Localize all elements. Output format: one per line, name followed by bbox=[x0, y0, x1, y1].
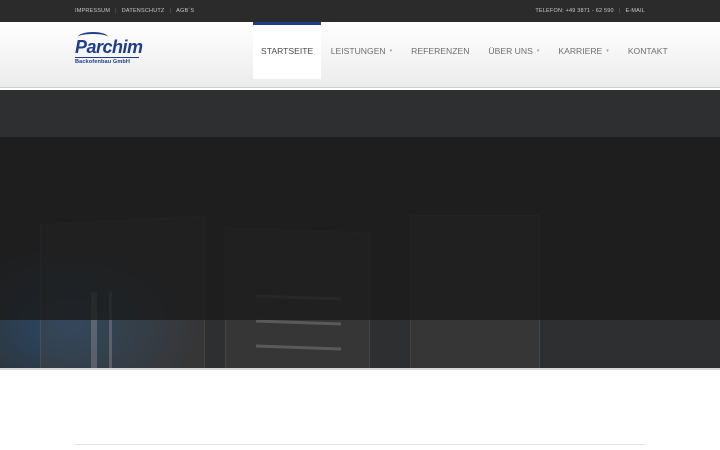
logo-subtitle: Backofenbau GmbH bbox=[75, 59, 131, 65]
nav-label: REFERENZEN bbox=[411, 45, 470, 56]
separator: | bbox=[115, 8, 117, 14]
main-navigation: STARTSEITE LEISTUNGEN ▾ REFERENZEN ÜBER … bbox=[253, 22, 677, 79]
separator: | bbox=[169, 8, 172, 14]
top-bar: IMPRESSUM | DATENSCHUTZ | AGB´S TELEFON:… bbox=[0, 0, 720, 22]
top-links: IMPRESSUM | DATENSCHUTZ | AGB´S bbox=[75, 8, 194, 14]
chevron-down-icon: ▾ bbox=[606, 47, 609, 54]
nav-item-kontakt[interactable]: KONTAKT bbox=[618, 22, 677, 79]
hero-overlay-band bbox=[0, 137, 720, 320]
logo-underline bbox=[75, 57, 139, 58]
nav-label: KARRIERE bbox=[558, 45, 603, 56]
datenschutz-link[interactable]: DATENSCHUTZ bbox=[122, 8, 165, 14]
impressum-link[interactable]: IMPRESSUM bbox=[75, 8, 110, 14]
nav-item-startseite[interactable]: STARTSEITE bbox=[253, 22, 322, 79]
nav-item-leistungen[interactable]: LEISTUNGEN ▾ bbox=[321, 22, 401, 79]
nav-label: KONTAKT bbox=[627, 45, 668, 56]
site-header: Parchim Backofenbau GmbH STARTSEITE LEIS… bbox=[0, 22, 720, 88]
nav-item-referenzen[interactable]: REFERENZEN bbox=[402, 22, 479, 79]
separator: | bbox=[618, 8, 621, 14]
email-link[interactable]: E-MAIL bbox=[625, 8, 645, 14]
phone-link[interactable]: TELEFON: +49 3871 - 62 590 bbox=[535, 8, 613, 14]
company-logo[interactable]: Parchim Backofenbau GmbH bbox=[75, 32, 143, 73]
nav-item-ueber-uns[interactable]: ÜBER UNS ▾ bbox=[479, 22, 549, 79]
oven-deck-line bbox=[256, 319, 341, 326]
nav-label: ÜBER UNS bbox=[488, 45, 533, 56]
agb-link[interactable]: AGB´S bbox=[176, 8, 194, 14]
logo-name: Parchim bbox=[75, 37, 143, 57]
chevron-down-icon: ▾ bbox=[536, 47, 540, 54]
top-contact: TELEFON: +49 3871 - 62 590 | E-MAIL bbox=[535, 8, 645, 14]
nav-item-karriere[interactable]: KARRIERE ▾ bbox=[549, 22, 618, 79]
chevron-down-icon: ▾ bbox=[389, 47, 393, 54]
nav-label: LEISTUNGEN bbox=[330, 45, 386, 56]
content-divider bbox=[75, 444, 645, 445]
nav-label: STARTSEITE bbox=[261, 45, 314, 56]
hero-slider[interactable] bbox=[0, 90, 720, 370]
oven-deck-line bbox=[256, 344, 341, 351]
